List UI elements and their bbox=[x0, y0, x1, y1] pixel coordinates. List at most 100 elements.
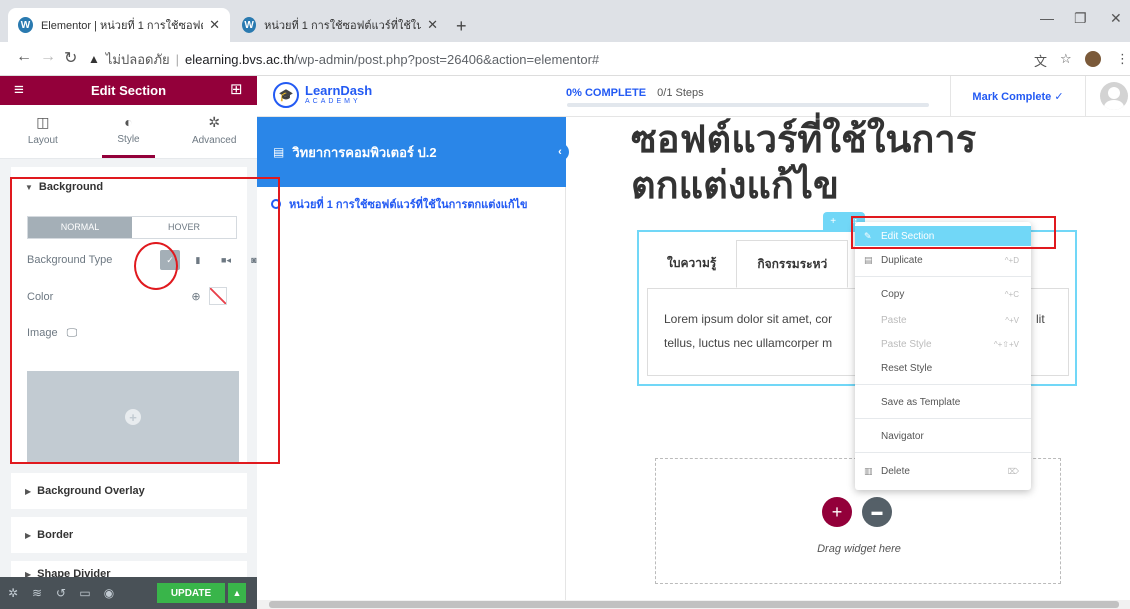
menu-shortcut: ^+⇧+V bbox=[993, 339, 1019, 349]
widgets-grid-icon[interactable]: ⊞ bbox=[230, 80, 243, 98]
back-arrow-icon[interactable]: ← bbox=[16, 48, 32, 66]
tab-label: Style bbox=[117, 134, 140, 145]
caret-right-icon: ▶ bbox=[25, 531, 32, 540]
menu-label: Paste bbox=[881, 314, 907, 326]
url-field[interactable]: ▲ ไม่ปลอดภัย | elearning.bvs.ac.th /wp-a… bbox=[88, 46, 1028, 72]
border-section[interactable]: ▶ Border bbox=[11, 517, 247, 553]
menu-divider bbox=[855, 418, 1031, 419]
close-tab-icon[interactable]: ✕ bbox=[421, 17, 438, 33]
section-heading: Background Overlay bbox=[37, 485, 145, 497]
warning-triangle-icon: ▲ bbox=[88, 52, 100, 66]
lesson-title: หน่วยที่ 1 การใช้ซอฟต์แวร์ที่ใช้ในการตกแ… bbox=[289, 199, 528, 211]
section-heading: Border bbox=[37, 529, 74, 541]
lesson-item[interactable]: หน่วยที่ 1 การใช้ซอฟต์แวร์ที่ใช้ในการตกแ… bbox=[271, 197, 556, 214]
tab-style[interactable]: ◐ Style bbox=[86, 105, 172, 158]
settings-icon[interactable]: ✲ bbox=[2, 586, 24, 600]
update-options-caret-icon[interactable]: ▲ bbox=[228, 583, 246, 603]
page-title: ซอฟต์แวร์ที่ใช้ในการ ตกแต่งแก้ไข bbox=[631, 116, 1111, 208]
close-window-icon[interactable]: ✕ bbox=[1110, 10, 1122, 27]
add-section-icon[interactable]: + bbox=[830, 216, 836, 227]
tab-advanced[interactable]: ✲ Advanced bbox=[171, 105, 257, 158]
minimize-icon[interactable]: — bbox=[1040, 10, 1054, 26]
course-title: วิทยาการคอมพิวเตอร์ ป.2 bbox=[292, 144, 437, 160]
address-bar: ← → ↻ ▲ ไม่ปลอดภัย | elearning.bvs.ac.th… bbox=[0, 42, 1130, 76]
logo-text: LearnDash bbox=[305, 83, 373, 98]
chevron-left-icon[interactable]: ‹ bbox=[551, 143, 569, 161]
user-avatar[interactable] bbox=[1100, 82, 1128, 110]
panel-tabs: ◫ Layout ◐ Style ✲ Advanced bbox=[0, 105, 257, 159]
browser-tab-elementor[interactable]: W Elementor | หน่วยที่ 1 การใช้ซอฟต์แ ✕ bbox=[8, 8, 230, 42]
tab-activity[interactable]: กิจกรรมระหว่ bbox=[736, 240, 849, 288]
progress-percent: 0% COMPLETE bbox=[566, 87, 647, 99]
navigator-icon[interactable]: ≋ bbox=[26, 586, 48, 600]
reload-icon[interactable]: ↻ bbox=[64, 48, 77, 68]
menu-duplicate[interactable]: ▤ Duplicate ^+D bbox=[855, 250, 1031, 270]
body-line: Lorem ipsum dolor sit amet, cor bbox=[664, 312, 833, 326]
url-host: elearning.bvs.ac.th bbox=[185, 51, 295, 67]
menu-paste[interactable]: Paste ^+V bbox=[855, 310, 1031, 330]
layout-icon: ◫ bbox=[36, 114, 50, 130]
forward-arrow-icon[interactable]: → bbox=[40, 48, 56, 66]
add-template-folder-icon[interactable]: ▬ bbox=[862, 497, 892, 527]
menu-save-as-template[interactable]: Save as Template bbox=[855, 392, 1031, 412]
tab-knowledge-sheet[interactable]: ใบความรู้ bbox=[647, 240, 736, 288]
menu-shortcut: ^+C bbox=[1004, 289, 1019, 299]
browser-tab-bar: W Elementor | หน่วยที่ 1 การใช้ซอฟต์แ ✕ … bbox=[0, 0, 1130, 42]
menu-label: Delete bbox=[881, 465, 910, 477]
menu-reset-style[interactable]: Reset Style bbox=[855, 358, 1031, 378]
logo-subtext: ACADEMY bbox=[305, 98, 361, 105]
learndash-header: 🎓 LearnDash ACADEMY 0% COMPLETE 0/1 Step… bbox=[257, 76, 1130, 117]
progress-steps: 0/1 Steps bbox=[657, 87, 704, 99]
new-tab-button[interactable]: + bbox=[456, 16, 467, 37]
wordpress-favicon-icon: W bbox=[242, 17, 257, 33]
star-icon[interactable]: ☆ bbox=[1060, 51, 1072, 67]
style-icon: ◐ bbox=[124, 114, 133, 130]
menu-label: Duplicate bbox=[881, 254, 923, 266]
browser-tab-lesson[interactable]: W หน่วยที่ 1 การใช้ซอฟต์แวร์ที่ใช้ในการ … bbox=[232, 8, 448, 42]
add-section-button[interactable]: + bbox=[822, 497, 852, 527]
close-tab-icon[interactable]: ✕ bbox=[203, 17, 220, 33]
menu-delete[interactable]: ▥ Delete ⌦ bbox=[855, 461, 1031, 481]
menu-shortcut: ⌦ bbox=[1007, 466, 1019, 476]
menu-copy[interactable]: Copy ^+C bbox=[855, 284, 1031, 304]
document-icon: ▤ bbox=[273, 145, 285, 159]
horizontal-scrollbar[interactable] bbox=[257, 600, 1130, 609]
responsive-icon[interactable]: ▭ bbox=[74, 586, 96, 600]
panel-title: Edit Section bbox=[90, 83, 167, 98]
profile-avatar[interactable] bbox=[1085, 51, 1101, 67]
trash-icon: ▥ bbox=[864, 465, 873, 476]
title-line: ตกแต่งแก้ไข bbox=[631, 163, 839, 207]
menu-shortcut: ^+V bbox=[1005, 315, 1019, 325]
menu-paste-style[interactable]: Paste Style ^+⇧+V bbox=[855, 334, 1031, 354]
history-icon[interactable]: ↺ bbox=[50, 586, 72, 600]
course-progress: 0% COMPLETE 0/1 Steps bbox=[566, 87, 704, 99]
wordpress-favicon-icon: W bbox=[18, 17, 33, 33]
menu-shortcut: ^+D bbox=[1004, 255, 1019, 265]
section-context-menu: ✎ Edit Section ▤ Duplicate ^+D Copy ^+C … bbox=[855, 222, 1031, 490]
background-overlay-section[interactable]: ▶ Background Overlay bbox=[11, 473, 247, 509]
preview-eye-icon[interactable]: ◉ bbox=[98, 586, 120, 600]
drop-zone-text: Drag widget here bbox=[817, 543, 901, 555]
kebab-menu-icon[interactable]: ⋮ bbox=[1116, 51, 1129, 67]
menu-label: Paste Style bbox=[881, 338, 932, 350]
course-title-bar[interactable]: ▤ วิทยาการคอมพิวเตอร์ ป.2 ‹ bbox=[257, 117, 569, 187]
menu-label: Reset Style bbox=[881, 362, 933, 374]
menu-divider bbox=[855, 452, 1031, 453]
tab-title: หน่วยที่ 1 การใช้ซอฟต์แวร์ที่ใช้ในการ bbox=[264, 20, 422, 32]
content-tabs: ใบความรู้ กิจกรรมระหว่ bbox=[647, 240, 849, 288]
tab-layout[interactable]: ◫ Layout bbox=[0, 105, 86, 158]
menu-divider bbox=[855, 276, 1031, 277]
scrollbar-thumb[interactable] bbox=[269, 601, 1119, 608]
shape-divider-section[interactable]: ▶ Shape Divider bbox=[11, 561, 247, 577]
menu-navigator[interactable]: Navigator bbox=[855, 426, 1031, 446]
menu-label: Navigator bbox=[881, 430, 924, 442]
translate-icon[interactable]: 文 bbox=[1034, 51, 1047, 70]
caret-right-icon: ▶ bbox=[25, 570, 32, 577]
update-button[interactable]: UPDATE bbox=[157, 583, 225, 603]
menu-label: Copy bbox=[881, 288, 905, 300]
mark-complete-button[interactable]: Mark Complete ✓ bbox=[950, 76, 1086, 117]
restore-icon[interactable]: ❐ bbox=[1074, 10, 1087, 27]
learndash-logo[interactable]: 🎓 LearnDash ACADEMY bbox=[273, 82, 372, 108]
panel-header: ≡ Edit Section ⊞ bbox=[0, 76, 257, 105]
tab-label: Advanced bbox=[191, 135, 237, 146]
